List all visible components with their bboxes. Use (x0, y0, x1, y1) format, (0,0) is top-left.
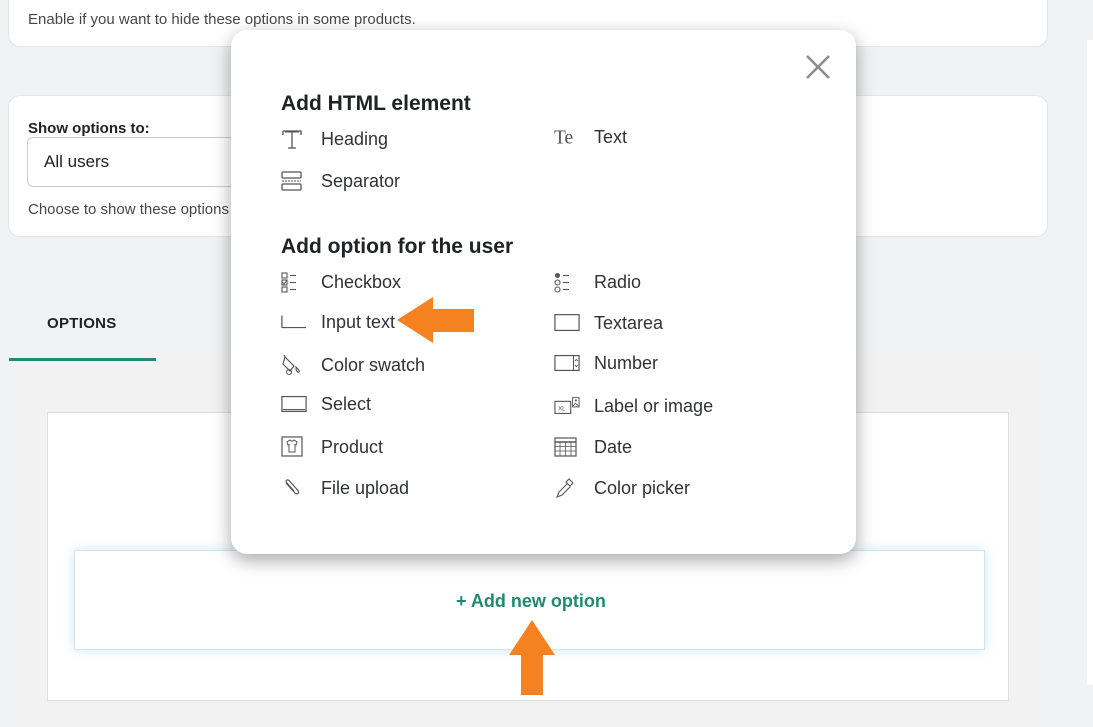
show-options-help-text: Choose to show these options (28, 201, 229, 218)
user-item-label: Input text (321, 311, 396, 332)
color-swatch-icon (281, 353, 307, 377)
user-item-color-picker[interactable]: Color picker (554, 474, 690, 502)
html-item-label: Separator (321, 170, 401, 191)
html-item-text[interactable]: Te Text (554, 123, 627, 151)
date-icon (554, 435, 580, 459)
product-icon (281, 435, 307, 459)
close-icon[interactable] (805, 54, 831, 80)
user-item-product[interactable]: Product (281, 433, 383, 461)
user-item-label: Label or image (594, 395, 714, 416)
page-right-strip (1087, 40, 1093, 685)
label-image-icon: XL (554, 394, 580, 418)
file-upload-icon (281, 476, 307, 500)
text-icon: Te (554, 125, 580, 149)
svg-text:XL: XL (558, 407, 566, 413)
show-options-selected-value: All users (44, 152, 110, 171)
svg-text:Te: Te (554, 128, 573, 149)
visibility-help-text: Enable if you want to hide these options… (28, 11, 416, 28)
html-item-heading[interactable]: Heading (281, 125, 388, 153)
tab-options[interactable]: OPTIONS (47, 315, 117, 332)
radio-icon (554, 270, 580, 294)
heading-icon (281, 127, 307, 151)
user-item-label-or-image[interactable]: XL Label or image (554, 392, 713, 420)
user-item-checkbox[interactable]: Checkbox (281, 268, 401, 296)
user-item-label: Date (594, 436, 633, 457)
separator-icon (281, 169, 307, 193)
html-item-label: Text (594, 126, 628, 147)
color-picker-icon (554, 476, 580, 500)
user-item-label: Product (321, 436, 384, 457)
user-item-textarea[interactable]: Textarea (554, 309, 663, 337)
input-text-icon (281, 310, 307, 334)
user-item-label: Checkbox (321, 271, 402, 292)
html-item-label: Heading (321, 128, 389, 149)
user-item-label: Color picker (594, 477, 691, 498)
user-item-input-text[interactable]: Input text (281, 308, 395, 336)
textarea-icon (554, 311, 580, 335)
user-item-file-upload[interactable]: File upload (281, 474, 409, 502)
user-item-date[interactable]: Date (554, 433, 632, 461)
show-options-label: Show options to: (28, 120, 150, 137)
user-item-number[interactable]: Number (554, 349, 658, 377)
user-section-title: Add option for the user (281, 235, 514, 258)
html-item-separator[interactable]: Separator (281, 167, 400, 195)
user-item-radio[interactable]: Radio (554, 268, 641, 296)
user-item-select[interactable]: Select (281, 390, 371, 418)
user-item-label: File upload (321, 477, 410, 498)
annotation-arrow-left (397, 297, 474, 343)
checkbox-icon (281, 270, 307, 294)
add-element-modal: Add HTML element Heading Te Text Separat… (231, 30, 856, 554)
user-item-label: Select (321, 393, 372, 414)
html-section-title: Add HTML element (281, 92, 471, 115)
user-item-label: Number (594, 352, 659, 373)
user-item-label: Textarea (594, 312, 664, 333)
user-item-label: Color swatch (321, 354, 426, 375)
add-new-option-link[interactable]: + Add new option (456, 591, 606, 612)
user-item-label: Radio (594, 271, 642, 292)
select-icon (281, 392, 307, 416)
annotation-arrow-up (509, 620, 555, 695)
user-item-color-swatch[interactable]: Color swatch (281, 351, 425, 379)
number-icon (554, 351, 580, 375)
